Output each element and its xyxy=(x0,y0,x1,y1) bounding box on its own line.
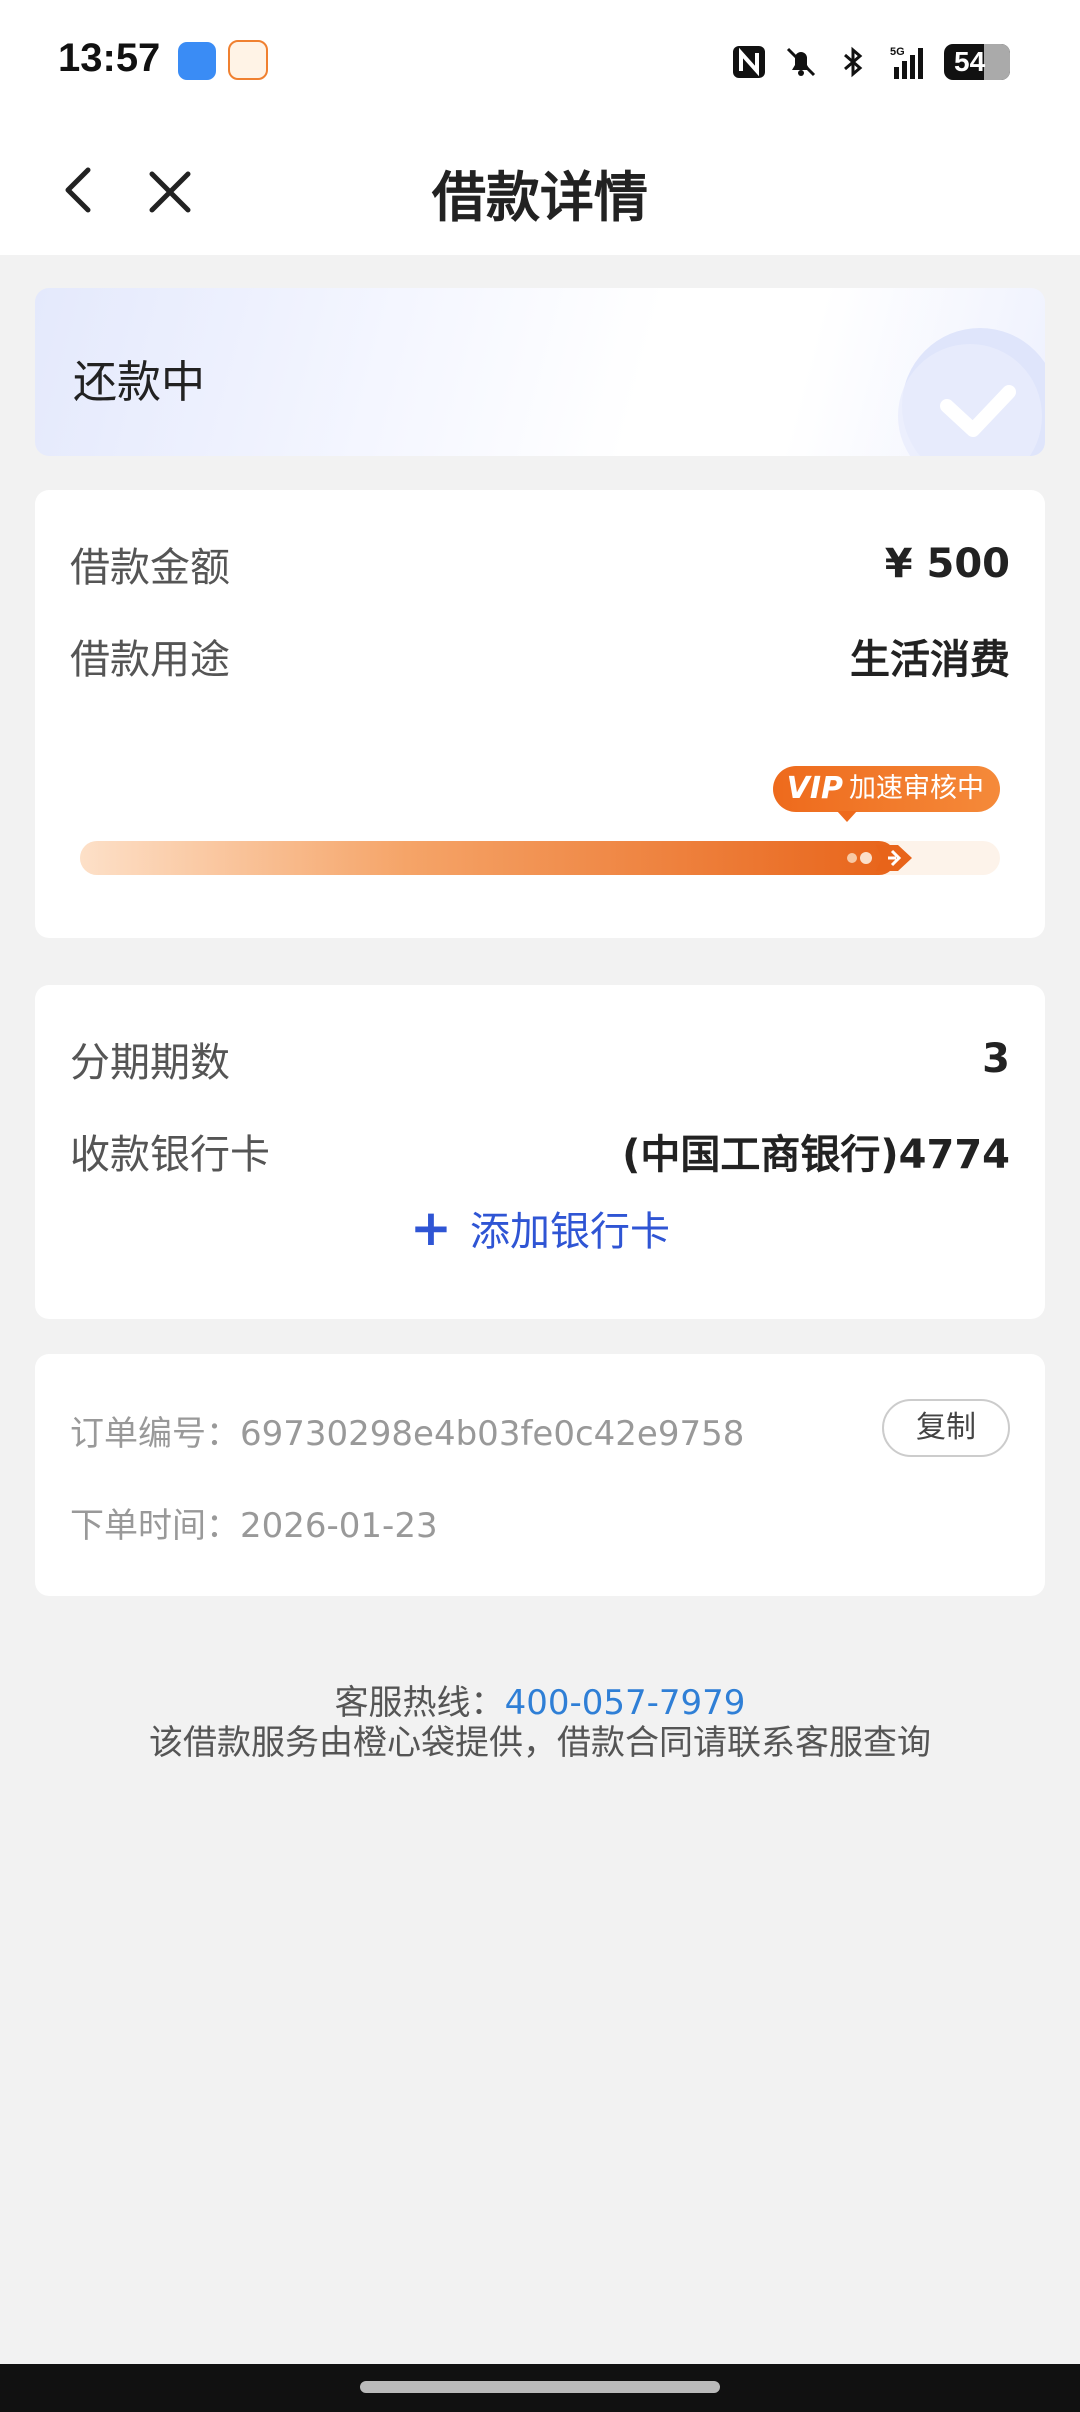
vip-review-badge: VIP 加速审核中 xyxy=(772,766,1000,822)
loan-amount-label: 借款金额 xyxy=(70,545,230,591)
vip-status-text: 加速审核中 xyxy=(849,773,984,804)
loan-purpose-value: 生活消费 xyxy=(850,637,1010,683)
plus-icon: + xyxy=(410,1199,452,1257)
review-progress-fill xyxy=(80,841,896,875)
order-time-row: 下单时间：2026-01-23 xyxy=(70,1498,438,1547)
hotline-number-link[interactable]: 400-057-7979 xyxy=(505,1683,746,1723)
order-number-value: 69730298e4b03fe0c42e9758 xyxy=(240,1414,745,1454)
rocket-icon xyxy=(847,845,912,871)
nfc-icon xyxy=(733,46,765,78)
status-time: 13:57 xyxy=(58,36,161,80)
check-badge-icon xyxy=(898,328,1045,456)
add-bank-card-label: 添加银行卡 xyxy=(469,1209,670,1255)
loan-info-card: 借款金额 ¥ 500 借款用途 生活消费 VIP 加速审核中 xyxy=(35,490,1045,938)
add-bank-card-button[interactable]: + 添加银行卡 xyxy=(35,1195,1045,1261)
loan-purpose-row: 借款用途 生活消费 xyxy=(70,626,1010,686)
installment-card: 分期期数 3 收款银行卡 (中国工商银行)4774 + 添加银行卡 xyxy=(35,985,1045,1319)
bank-card-label: 收款银行卡 xyxy=(70,1132,270,1178)
bank-card-value: (中国工商银行)4774 xyxy=(622,1132,1010,1178)
copy-order-button[interactable]: 复制 xyxy=(882,1399,1010,1457)
order-time-value: 2026-01-23 xyxy=(240,1506,438,1546)
battery-icon: 54 xyxy=(944,44,1010,80)
app-notification-icon-mascot xyxy=(228,40,268,80)
periods-value: 3 xyxy=(982,1036,1010,1082)
review-progress-bar xyxy=(80,841,1000,875)
svg-text:5G: 5G xyxy=(890,46,905,58)
page-title: 借款详情 xyxy=(432,166,648,229)
app-notification-icon xyxy=(178,42,216,80)
nav-bar: 借款详情 xyxy=(0,125,1080,255)
loan-purpose-label: 借款用途 xyxy=(70,637,230,683)
status-bar: 13:57 5G 54 xyxy=(0,0,1080,125)
periods-row: 分期期数 3 xyxy=(70,1029,1010,1089)
loan-status-card: 还款中 xyxy=(35,288,1045,456)
bank-card-row: 收款银行卡 (中国工商银行)4774 xyxy=(70,1121,1010,1181)
order-info-card: 订单编号：69730298e4b03fe0c42e9758 复制 下单时间：20… xyxy=(35,1354,1045,1596)
mute-bell-icon xyxy=(786,47,816,77)
signal-5g-icon: 5G xyxy=(890,46,923,79)
loan-amount-row: 借款金额 ¥ 500 xyxy=(70,534,1010,594)
order-number-label: 订单编号： xyxy=(70,1414,240,1454)
loan-amount-value: ¥ 500 xyxy=(884,541,1010,587)
service-disclaimer: 该借款服务由橙心袋提供，借款合同请联系客服查询 xyxy=(149,1723,931,1763)
footer: 客服热线：400-057-7979 该借款服务由橙心袋提供，借款合同请联系客服查… xyxy=(0,1683,1080,1763)
hotline-line: 客服热线：400-057-7979 xyxy=(0,1683,1080,1723)
vip-mark: VIP xyxy=(786,771,843,806)
order-time-label: 下单时间： xyxy=(70,1506,240,1546)
bluetooth-icon xyxy=(844,46,863,78)
status-icons: 5G 54 xyxy=(730,40,1010,84)
home-indicator[interactable] xyxy=(360,2381,720,2393)
periods-label: 分期期数 xyxy=(70,1040,230,1086)
loan-status-label: 还款中 xyxy=(73,357,205,408)
order-number-row: 订单编号：69730298e4b03fe0c42e9758 xyxy=(70,1406,744,1455)
hotline-label: 客服热线： xyxy=(334,1683,505,1723)
